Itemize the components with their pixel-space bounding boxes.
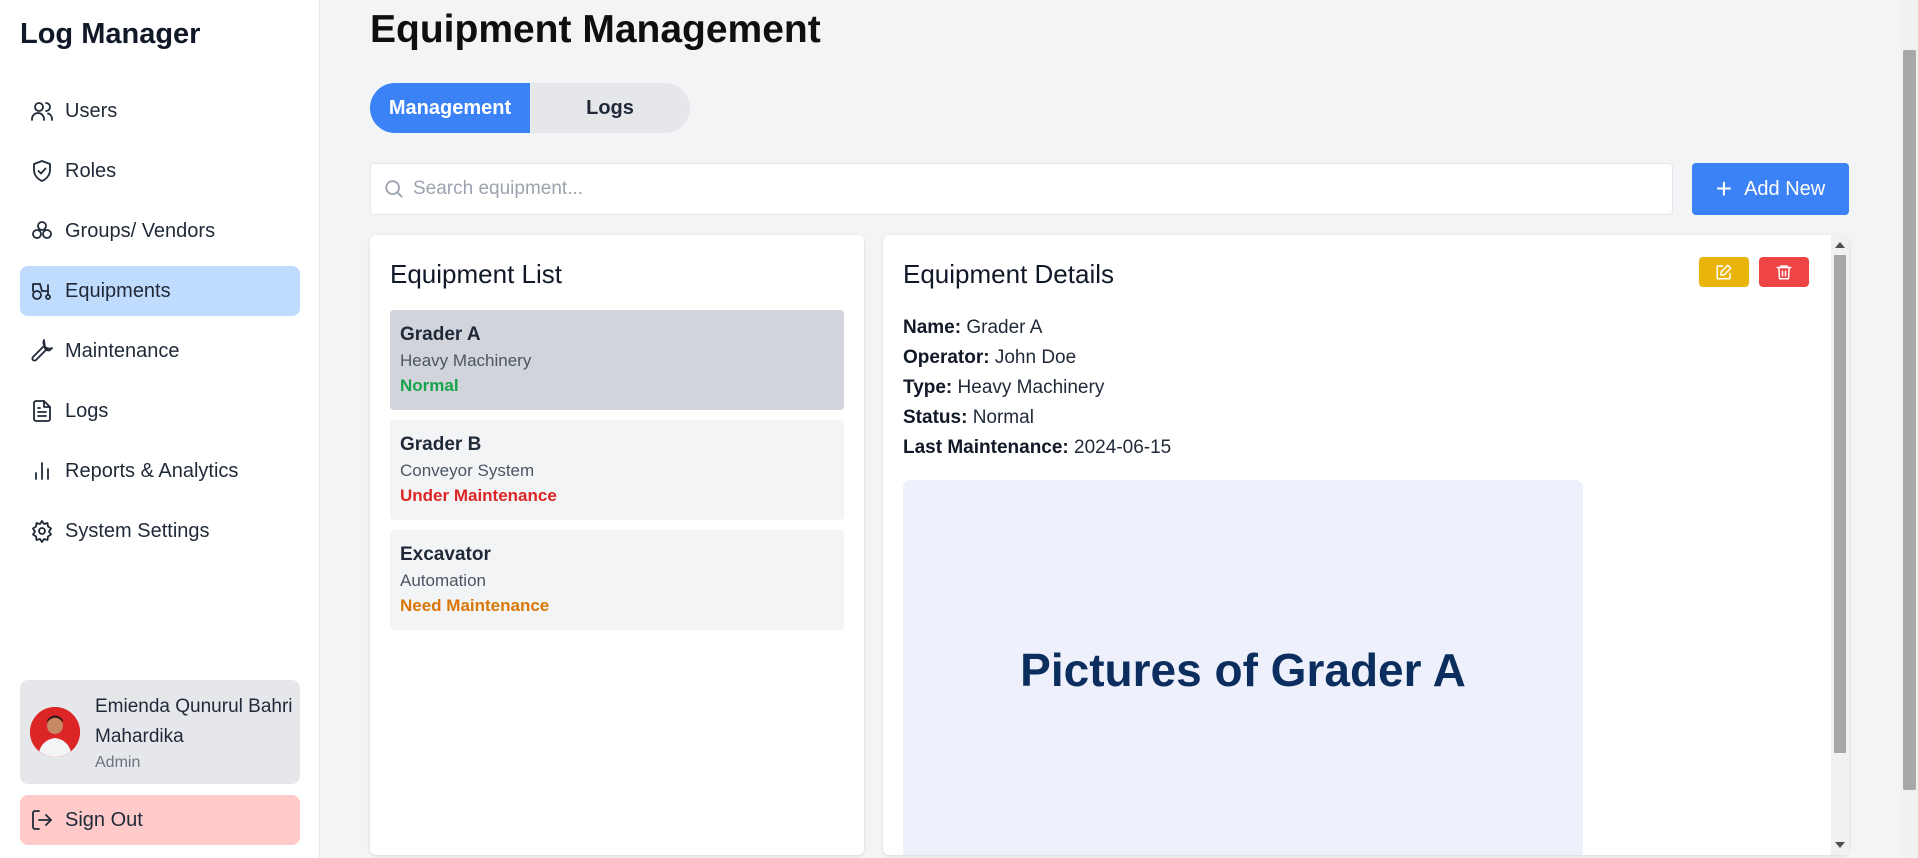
field-type: Type: Heavy Machinery — [903, 377, 1105, 398]
search-input[interactable] — [413, 178, 1613, 200]
sidebar-item-label: Equipments — [65, 279, 171, 302]
sidebar-item-roles[interactable]: Roles — [20, 146, 300, 196]
sidebar-item-label: System Settings — [65, 519, 210, 542]
equipment-fields: Name: Grader A Operator: John Doe Type: … — [903, 313, 1171, 463]
delete-button[interactable] — [1759, 257, 1809, 287]
equipment-name: Excavator — [400, 544, 491, 565]
page-scrollbar-thumb[interactable] — [1903, 50, 1916, 790]
trash-icon — [1776, 265, 1792, 280]
document-icon — [30, 399, 54, 423]
sign-out-icon — [32, 810, 52, 830]
plus-icon: + — [1715, 173, 1733, 204]
user-name: Emienda Qunurul Bahri Mahardika — [95, 696, 293, 747]
bar-chart-icon — [30, 459, 54, 483]
picture-caption: Pictures of Grader A — [1020, 644, 1466, 696]
edit-button[interactable] — [1699, 257, 1749, 287]
sidebar-item-label: Groups/ Vendors — [65, 219, 216, 242]
sign-out-button[interactable]: Sign Out — [20, 795, 300, 845]
details-scrollbar[interactable] — [1831, 235, 1849, 855]
tab-management[interactable]: Management — [370, 83, 530, 133]
equipment-list-item[interactable]: Excavator Automation Need Maintenance — [390, 530, 844, 630]
sidebar-nav: Users Roles Groups/ Vendors Equipments M… — [20, 86, 300, 566]
sidebar-item-label: Users — [65, 99, 118, 122]
sidebar-item-system-settings[interactable]: System Settings — [20, 506, 300, 556]
equipment-details-panel: Equipment Details Name: Grader A Operato… — [883, 235, 1849, 855]
equipment-name: Grader B — [400, 434, 482, 455]
add-new-label: Add New — [1744, 177, 1826, 200]
scrollbar-thumb[interactable] — [1834, 255, 1846, 753]
sidebar-item-label: Reports & Analytics — [65, 459, 239, 482]
avatar — [30, 707, 80, 757]
wrench-icon — [30, 339, 54, 363]
search-bar — [370, 163, 1673, 215]
shield-check-icon — [30, 159, 54, 183]
field-name: Name: Grader A — [903, 317, 1043, 338]
sidebar-item-users[interactable]: Users — [20, 86, 300, 136]
sidebar-item-reports-analytics[interactable]: Reports & Analytics — [20, 446, 300, 496]
sidebar-item-label: Maintenance — [65, 339, 180, 362]
equipment-list-item[interactable]: Grader A Heavy Machinery Normal — [390, 310, 844, 410]
sign-out-label: Sign Out — [65, 808, 143, 831]
equipment-type: Automation — [400, 571, 486, 590]
page-title: Equipment Management — [370, 8, 821, 51]
equipment-list-panel: Equipment List Grader A Heavy Machinery … — [370, 235, 864, 855]
sidebar-item-groups-vendors[interactable]: Groups/ Vendors — [20, 206, 300, 256]
sidebar-item-equipments[interactable]: Equipments — [20, 266, 300, 316]
scroll-down-arrow[interactable] — [1835, 842, 1845, 848]
sidebar-item-label: Logs — [65, 399, 109, 422]
groups-icon — [30, 219, 54, 243]
equipment-list-title: Equipment List — [390, 259, 562, 289]
tractor-icon — [30, 279, 54, 303]
edit-icon — [1716, 264, 1732, 280]
gear-icon — [30, 519, 54, 543]
equipment-status: Under Maintenance — [400, 486, 557, 505]
equipment-name: Grader A — [400, 324, 481, 345]
user-profile-card[interactable]: Emienda Qunurul Bahri Mahardika Admin — [20, 680, 300, 784]
field-operator: Operator: John Doe — [903, 347, 1077, 368]
equipment-list-item[interactable]: Grader B Conveyor System Under Maintenan… — [390, 420, 844, 520]
view-tabs: Management Logs — [370, 83, 690, 133]
add-new-button[interactable]: + Add New — [1692, 163, 1849, 215]
equipment-list: Grader A Heavy Machinery Normal Grader B… — [390, 310, 844, 640]
user-role: Admin — [95, 754, 141, 771]
equipment-details-title: Equipment Details — [903, 259, 1114, 289]
equipment-status: Need Maintenance — [400, 596, 550, 615]
equipment-type: Conveyor System — [400, 461, 535, 480]
equipment-status: Normal — [400, 376, 459, 395]
equipment-type: Heavy Machinery — [400, 351, 532, 370]
scroll-up-arrow[interactable] — [1835, 242, 1845, 248]
app-brand: Log Manager — [20, 18, 201, 50]
users-icon — [30, 99, 54, 123]
sidebar-item-label: Roles — [65, 159, 117, 182]
sidebar-item-maintenance[interactable]: Maintenance — [20, 326, 300, 376]
equipment-picture: Pictures of Grader A — [903, 480, 1583, 855]
sidebar-item-logs[interactable]: Logs — [20, 386, 300, 436]
search-icon — [385, 180, 403, 198]
sidebar: Log Manager Users Roles Groups/ Vendors … — [0, 0, 320, 858]
field-status: Status: Normal — [903, 407, 1034, 428]
field-last-maintenance: Last Maintenance: 2024-06-15 — [903, 437, 1172, 458]
tab-logs[interactable]: Logs — [530, 83, 690, 133]
page-scrollbar[interactable] — [1901, 0, 1918, 858]
